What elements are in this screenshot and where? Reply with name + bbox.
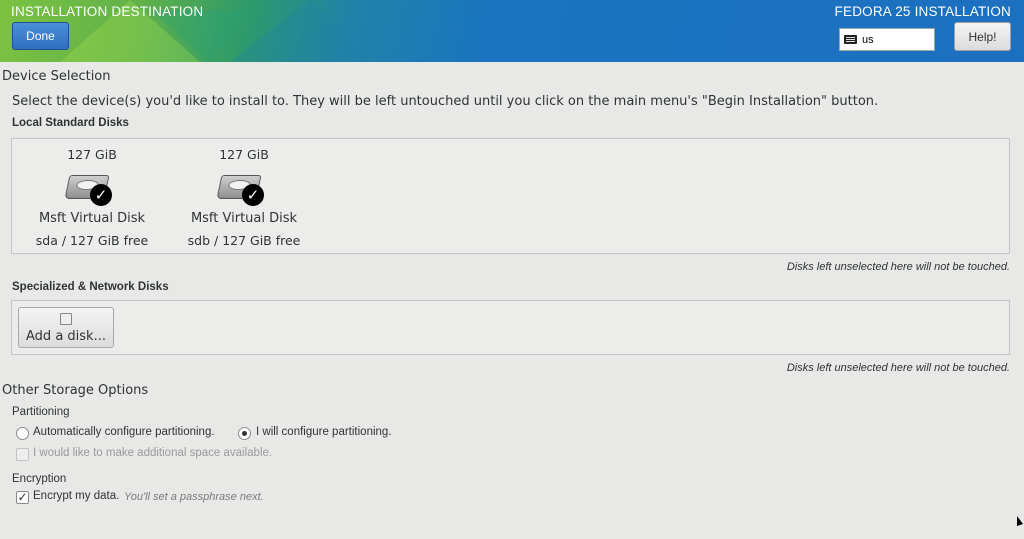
disk-free: sdb / 127 GiB free <box>187 233 301 248</box>
network-disks-panel: Add a disk... <box>11 300 1010 355</box>
keyboard-layout-label: us <box>862 33 874 46</box>
hard-disk-icon: ✓ <box>64 172 117 206</box>
auto-partitioning-radio[interactable] <box>16 427 29 440</box>
device-selection-intro: Select the device(s) you'd like to insta… <box>12 94 879 109</box>
mouse-cursor-icon <box>1017 516 1023 526</box>
header-bar: INSTALLATION DESTINATION FEDORA 25 INSTA… <box>0 0 1024 62</box>
device-selection-heading: Device Selection <box>2 69 111 84</box>
auto-partitioning-label[interactable]: Automatically configure partitioning. <box>33 426 215 438</box>
encrypt-checkbox[interactable]: ✓ <box>16 491 29 504</box>
local-disks-note: Disks left unselected here will not be t… <box>786 261 1010 273</box>
page-title: INSTALLATION DESTINATION <box>11 4 204 19</box>
disk-sda[interactable]: 127 GiB ✓ Msft Virtual Disk sda / 127 Gi… <box>27 139 157 255</box>
hard-disk-icon: ✓ <box>216 172 269 206</box>
add-disk-icon <box>60 313 72 325</box>
network-disks-heading: Specialized & Network Disks <box>12 281 169 293</box>
keyboard-icon <box>844 35 857 44</box>
checkmark-icon: ✓ <box>90 184 112 206</box>
product-title: FEDORA 25 INSTALLATION <box>834 4 1011 19</box>
done-button[interactable]: Done <box>12 22 69 50</box>
add-disk-label: Add a disk... <box>26 329 106 344</box>
add-disk-button[interactable]: Add a disk... <box>18 307 114 348</box>
disk-size: 127 GiB <box>67 147 117 162</box>
partitioning-heading: Partitioning <box>12 406 70 418</box>
storage-options-heading: Other Storage Options <box>2 383 149 398</box>
header-decoration <box>230 0 370 62</box>
encrypt-label[interactable]: Encrypt my data. <box>33 490 119 502</box>
manual-partitioning-radio[interactable] <box>238 427 251 440</box>
additional-space-label[interactable]: I would like to make additional space av… <box>33 447 272 459</box>
encrypt-hint: You'll set a passphrase next. <box>124 491 264 503</box>
disk-free: sda / 127 GiB free <box>35 233 149 248</box>
network-disks-note: Disks left unselected here will not be t… <box>786 362 1010 374</box>
disk-name: Msft Virtual Disk <box>190 211 298 226</box>
local-disks-panel: 127 GiB ✓ Msft Virtual Disk sda / 127 Gi… <box>11 138 1010 254</box>
checkmark-icon: ✓ <box>242 184 264 206</box>
disk-name: Msft Virtual Disk <box>38 211 146 226</box>
keyboard-layout-indicator[interactable]: us <box>839 28 935 51</box>
manual-partitioning-label[interactable]: I will configure partitioning. <box>256 426 392 438</box>
disk-size: 127 GiB <box>219 147 269 162</box>
help-button[interactable]: Help! <box>954 22 1011 51</box>
additional-space-checkbox[interactable] <box>16 448 29 461</box>
local-disks-heading: Local Standard Disks <box>12 117 129 129</box>
disk-sdb[interactable]: 127 GiB ✓ Msft Virtual Disk sdb / 127 Gi… <box>179 139 309 255</box>
encryption-heading: Encryption <box>12 473 67 485</box>
